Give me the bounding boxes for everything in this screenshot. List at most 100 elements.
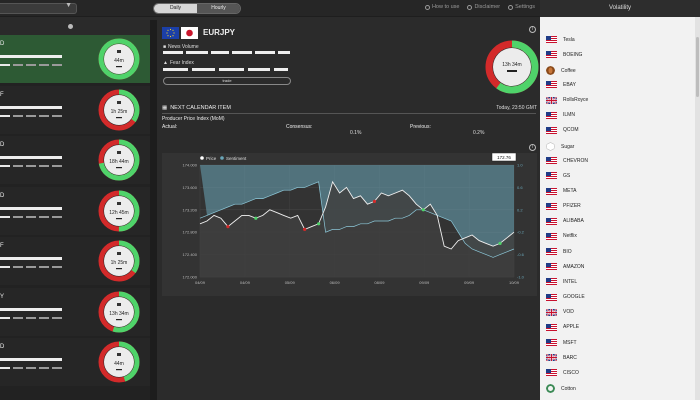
volatility-panel: Volatility Tesla BOEING Coffee EBAY RollsRoy… bbox=[540, 0, 700, 400]
actual-label: Actual: bbox=[162, 124, 178, 130]
calendar-time: Today, 23:50 GMT bbox=[496, 105, 537, 111]
pair-card[interactable]: D 18h 44m bbox=[0, 136, 150, 184]
us-flag-icon bbox=[546, 232, 557, 240]
fear-bars bbox=[0, 215, 62, 218]
fear-bar bbox=[13, 64, 23, 66]
volatility-item[interactable]: GOOGLE bbox=[546, 293, 585, 301]
toggle-daily[interactable]: Daily bbox=[154, 4, 197, 13]
volatility-scrollbar[interactable] bbox=[695, 17, 700, 400]
sell-marker[interactable] bbox=[303, 227, 307, 231]
volatility-item[interactable]: EBAY bbox=[546, 81, 576, 89]
fear-bar bbox=[26, 64, 36, 66]
y-tick-right: -0.2 bbox=[517, 230, 525, 235]
volatility-item[interactable]: META bbox=[546, 187, 577, 195]
volatility-item-label: EBAY bbox=[563, 81, 576, 88]
volatility-item[interactable]: BOEING bbox=[546, 51, 582, 59]
us-flag-icon bbox=[546, 369, 557, 377]
volatility-item[interactable]: INTEL bbox=[546, 278, 577, 286]
x-tick: 08/09 bbox=[374, 280, 385, 285]
volatility-item[interactable]: CHEVRON bbox=[546, 157, 588, 165]
help-icon bbox=[424, 4, 430, 10]
volatility-item[interactable]: BARC bbox=[546, 354, 577, 362]
news-bar bbox=[0, 257, 62, 260]
ring-bar bbox=[116, 318, 122, 320]
volatility-item[interactable]: BIO bbox=[546, 248, 572, 256]
volatility-item[interactable]: Coffee bbox=[546, 66, 576, 76]
us-flag-icon bbox=[546, 248, 557, 256]
how-to-use-link[interactable]: How to use bbox=[424, 4, 459, 10]
consensus-label: Consensus: bbox=[286, 124, 313, 130]
volatility-item[interactable]: ILMN bbox=[546, 111, 575, 119]
volatility-item[interactable]: GS bbox=[546, 172, 570, 180]
y-tick-right: 1.0 bbox=[517, 163, 523, 168]
news-bar bbox=[0, 156, 62, 159]
x-tick: 05/09 bbox=[285, 280, 296, 285]
legend-price: Price bbox=[206, 156, 217, 161]
legend-sentiment-swatch bbox=[220, 156, 224, 160]
volatility-item[interactable]: CISCO bbox=[546, 369, 579, 377]
volatility-item[interactable]: RollsRoyce bbox=[546, 96, 588, 104]
us-flag-icon bbox=[546, 111, 557, 119]
pair-card[interactable]: D 44m bbox=[0, 35, 150, 83]
sugar-cube-icon bbox=[546, 142, 555, 151]
price-tag: 172.76 bbox=[491, 153, 517, 162]
fear-bar bbox=[26, 114, 36, 117]
us-flag-icon bbox=[546, 202, 557, 210]
countdown-ring: 44m bbox=[98, 341, 140, 383]
trade-button[interactable]: trade bbox=[163, 77, 291, 85]
volatility-item[interactable]: Sugar bbox=[546, 142, 574, 151]
news-volume-label: ■ News Volume bbox=[163, 44, 199, 50]
pair-search-select[interactable]: ▼ bbox=[0, 2, 77, 14]
buy-marker[interactable] bbox=[317, 222, 321, 226]
settings-link[interactable]: Settings bbox=[508, 4, 535, 10]
panel-divider[interactable] bbox=[150, 20, 157, 400]
buy-marker[interactable] bbox=[254, 216, 258, 220]
pair-name: Y bbox=[0, 293, 5, 300]
ring-time: 44m bbox=[114, 361, 124, 367]
gear-icon bbox=[508, 4, 514, 10]
countdown-ring: 13h 34m bbox=[98, 291, 140, 332]
countdown-ring: 18h 44m bbox=[98, 139, 140, 181]
buy-marker[interactable] bbox=[421, 208, 425, 212]
info-icon[interactable]: i bbox=[529, 144, 536, 151]
volatility-item[interactable]: Cotton bbox=[546, 384, 576, 394]
timeframe-toggle[interactable]: Daily Hourly bbox=[153, 3, 241, 14]
pair-list-header bbox=[0, 20, 150, 35]
pair-card[interactable]: F 1h 25m bbox=[0, 85, 150, 134]
volatility-item[interactable]: Netflix bbox=[546, 232, 577, 240]
main-panel: EURJPY i ■ News Volume ▲ Fear Index trade … bbox=[157, 20, 540, 400]
sell-marker[interactable] bbox=[372, 199, 377, 203]
pair-card[interactable]: D 12h 45m bbox=[0, 186, 150, 235]
disclaimer-link[interactable]: Disclaimer bbox=[467, 4, 500, 10]
volatility-item[interactable]: ALIBABA bbox=[546, 217, 584, 225]
toggle-hourly[interactable]: Hourly bbox=[197, 4, 240, 13]
buy-marker[interactable] bbox=[498, 241, 502, 245]
lock-icon bbox=[117, 252, 121, 255]
volatility-item[interactable]: VOD bbox=[546, 308, 574, 316]
slider-knob-icon[interactable] bbox=[68, 24, 73, 29]
fear-bars bbox=[0, 64, 62, 66]
fear-bar bbox=[52, 165, 62, 167]
coffee-coin-icon bbox=[546, 66, 555, 76]
info-icon[interactable]: i bbox=[529, 26, 536, 33]
fear-bar bbox=[26, 215, 36, 218]
uk-flag-icon bbox=[546, 308, 557, 316]
pair-card[interactable]: D 44m bbox=[0, 338, 150, 386]
countdown-ring: 12h 45m bbox=[98, 190, 140, 231]
volatility-item[interactable]: MSFT bbox=[546, 339, 577, 346]
fear-bar bbox=[39, 367, 49, 369]
us-flag-icon bbox=[546, 217, 557, 225]
pair-name: D bbox=[0, 41, 5, 47]
volatility-item[interactable]: QCOM bbox=[546, 126, 579, 134]
pair-card[interactable]: Y 13h 34m bbox=[0, 287, 150, 336]
volatility-item[interactable]: AMAZON bbox=[546, 263, 584, 271]
sell-marker[interactable] bbox=[226, 225, 230, 229]
scroll-thumb[interactable] bbox=[696, 37, 699, 97]
volatility-item[interactable]: APPLE bbox=[546, 323, 579, 331]
volatility-item[interactable]: Tesla bbox=[546, 36, 575, 43]
volatility-item[interactable]: PFIZER bbox=[546, 202, 581, 210]
news-bar bbox=[211, 51, 229, 54]
pair-card[interactable]: F 1h 25m bbox=[0, 237, 150, 285]
fear-bar bbox=[26, 316, 36, 319]
x-tick: 09/09 bbox=[419, 280, 430, 285]
